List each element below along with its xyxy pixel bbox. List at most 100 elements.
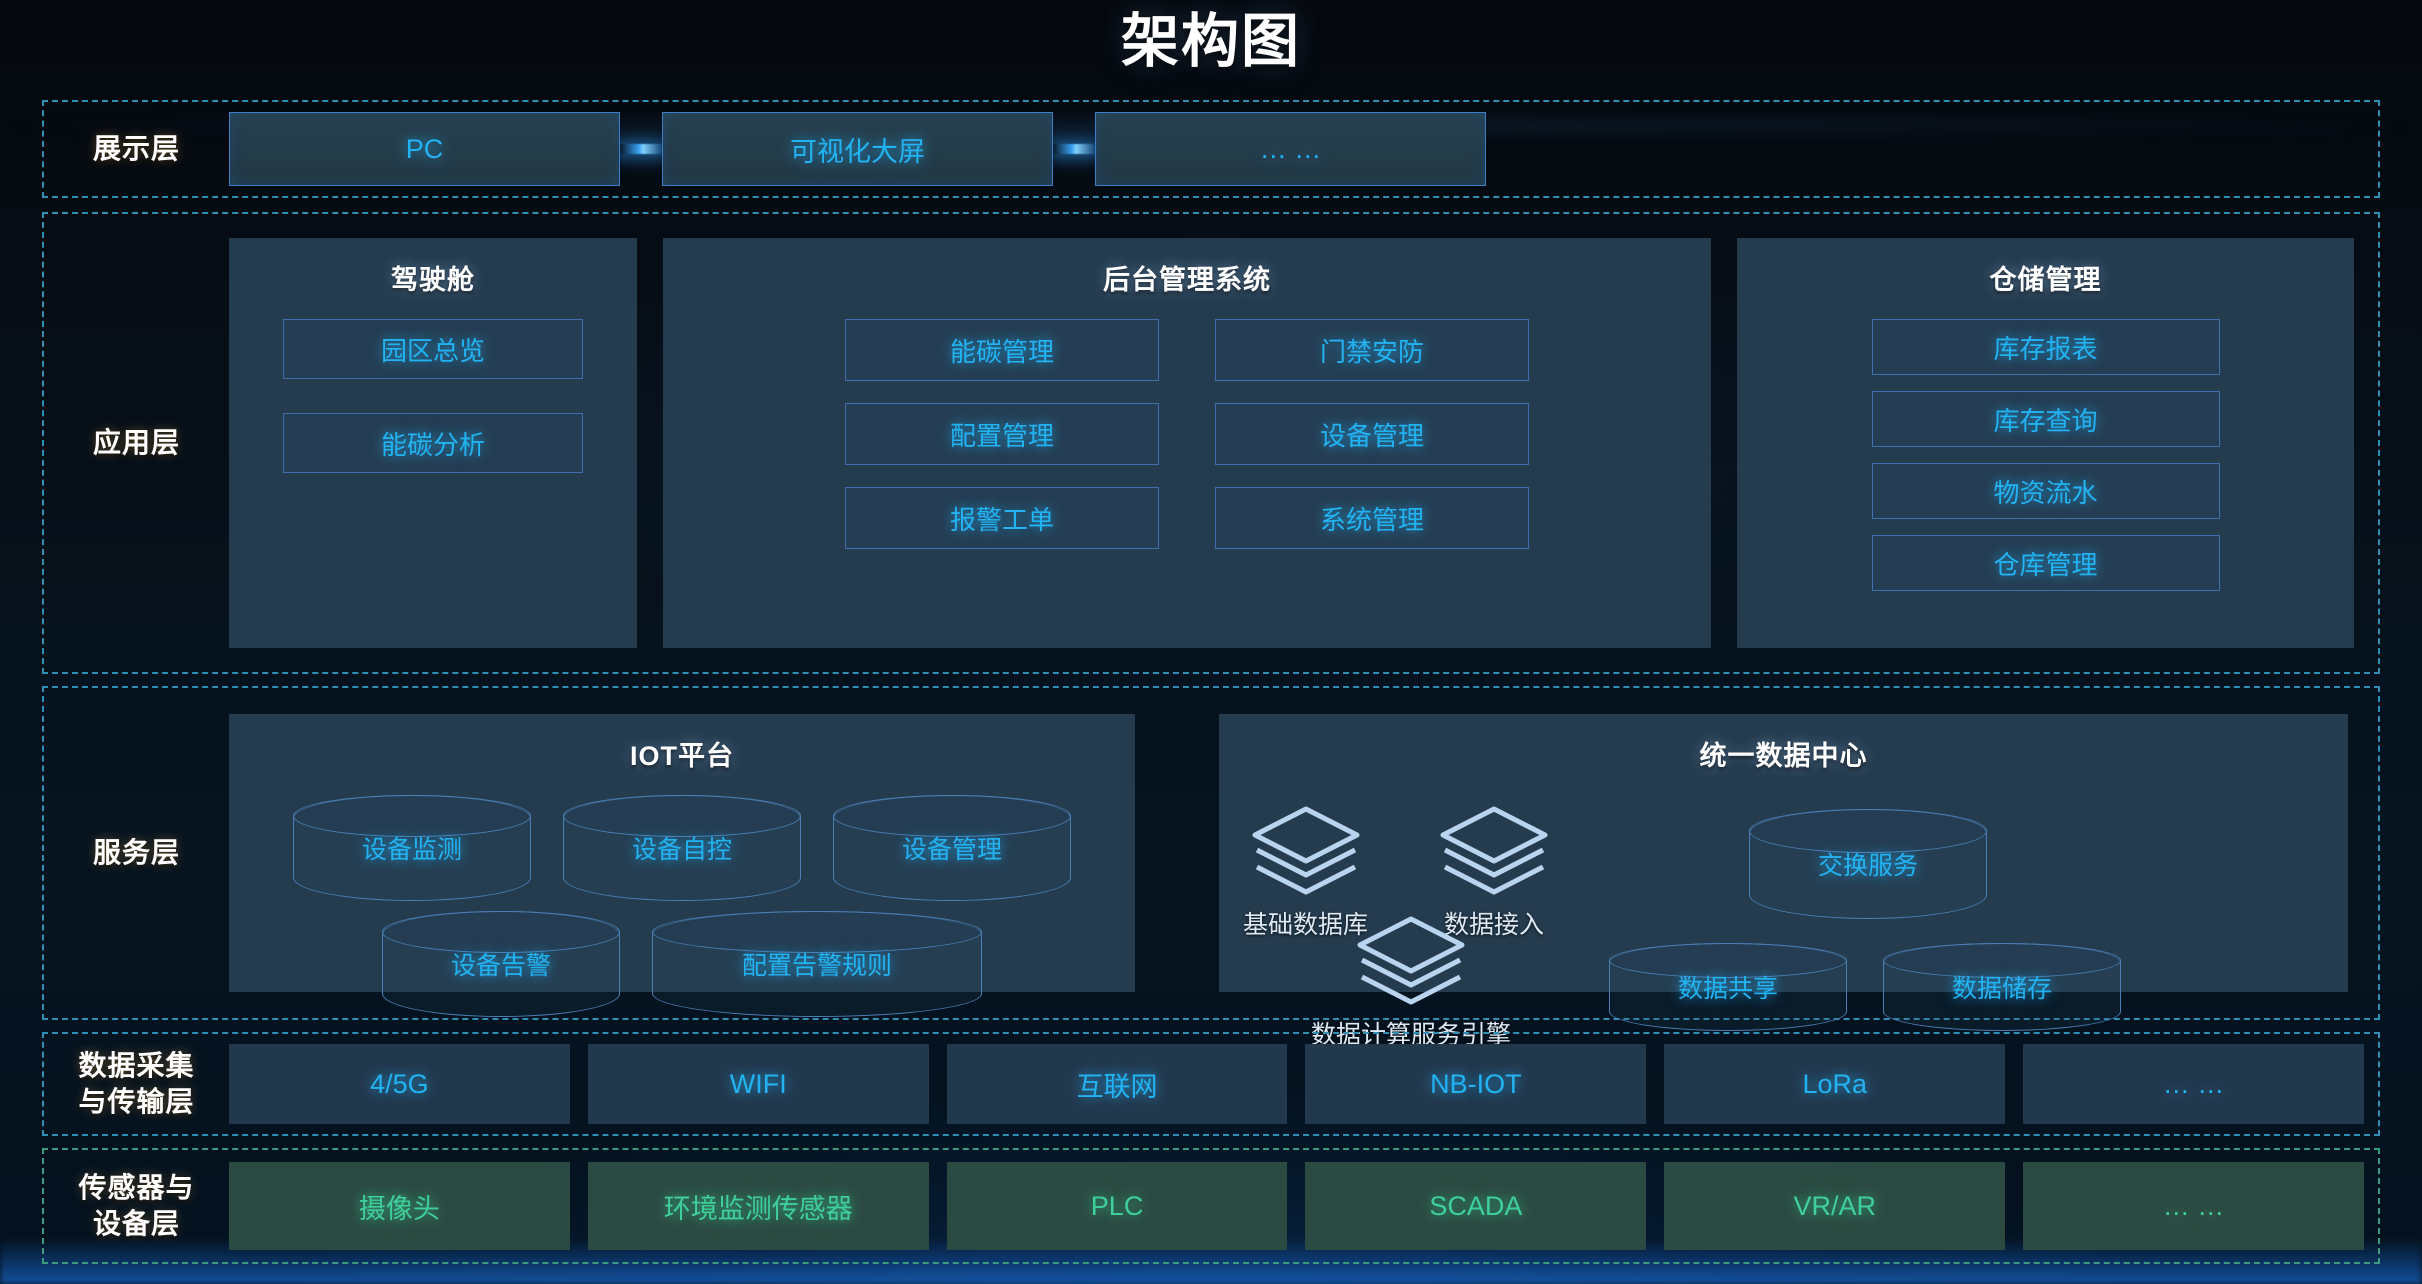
iot-cylinder-alarm-rules[interactable]: 配置告警规则 [652,911,982,1017]
sensor-tile-more-label: … … [2162,1190,2225,1221]
app-chip-alarm-workorder[interactable]: 报警工单 [845,487,1159,549]
layer-presentation-label: 展示层 [92,133,180,165]
presentation-box-pc[interactable]: PC [229,112,620,186]
panel-backoffice: 后台管理系统 能碳管理 门禁安防 配置管理 设备管理 报警工单 系统管理 [663,238,1711,648]
app-chip-device-mgmt[interactable]: 设备管理 [1215,403,1529,465]
app-chip-alarm-workorder-label: 报警工单 [949,504,1054,535]
sensor-tile-camera[interactable]: 摄像头 [229,1162,570,1250]
dc-cylinder-exchange-service-label: 交换服务 [1817,852,1918,880]
app-chip-park-overview-label: 园区总览 [380,335,485,366]
page-title: 架构图 [1120,9,1301,74]
iot-cylinder-device-mgmt[interactable]: 设备管理 [833,795,1071,901]
app-chip-material-flow-label: 物资流水 [1993,477,2098,508]
presentation-box-pc-label: PC [405,133,444,164]
layer-service-label: 服务层 [92,837,180,869]
application-panel-row: 驾驶舱 园区总览 能碳分析 后台管理系统 能碳管理 门禁安防 配置管理 设备管理… [229,226,2378,660]
iot-cylinder-device-alarm-label: 设备告警 [450,952,551,980]
panel-data-center-title: 统一数据中心 [1699,741,1868,771]
app-chip-config-mgmt-label: 配置管理 [949,420,1054,451]
sensor-tile-vr-ar[interactable]: VR/AR [1664,1162,2006,1250]
layer-application: 应用层 驾驶舱 园区总览 能碳分析 后台管理系统 能碳管理 门禁安防 配置管理 … [42,212,2380,674]
layer-data-collection: 数据采集 与传输层 4/5G WIFI 互联网 NB-IOT LoRa … … [42,1032,2380,1136]
presentation-box-more[interactable]: … … [1095,112,1486,186]
app-chip-energy-carbon-mgmt-label: 能碳管理 [949,336,1054,367]
presentation-connector-1 [620,144,662,154]
app-chip-park-overview[interactable]: 园区总览 [283,319,583,379]
layer-application-body: 驾驶舱 园区总览 能碳分析 后台管理系统 能碳管理 门禁安防 配置管理 设备管理… [229,214,2378,672]
layer-data-collection-body: 4/5G WIFI 互联网 NB-IOT LoRa … … [229,1034,2378,1134]
app-chip-inventory-query-label: 库存查询 [1993,405,2098,436]
iot-cylinder-device-mgmt-label: 设备管理 [901,836,1002,864]
sensor-tile-scada-label: SCADA [1429,1190,1523,1221]
collection-tile-lora[interactable]: LoRa [1664,1044,2006,1124]
sensor-tile-vr-ar-label: VR/AR [1793,1190,1876,1221]
iot-cylinder-device-alarm[interactable]: 设备告警 [382,911,620,1017]
collection-tile-internet[interactable]: 互联网 [946,1044,1288,1124]
layer-presentation: 展示层 PC 可视化大屏 … … [42,100,2380,198]
sensor-tile-camera-label: 摄像头 [358,1193,440,1224]
layer-presentation-body: PC 可视化大屏 … … [229,102,2422,196]
dc-cylinder-data-storage-label: 数据储存 [1951,975,2052,1003]
panel-warehouse-title: 仓储管理 [1989,265,2102,295]
iot-cylinder-row-2: 设备告警 配置告警规则 [382,911,982,1017]
layer-service: 服务层 IOT平台 设备监测 设备自控 设备管理 设备告警 配置告警规则 统一数… [42,686,2380,1049]
sensor-tile-scada[interactable]: SCADA [1305,1162,1647,1250]
sensor-tile-env-monitor[interactable]: 环境监测传感器 [587,1162,929,1250]
app-chip-inventory-report[interactable]: 库存报表 [1871,319,2220,375]
app-chip-carbon-analysis-label: 能碳分析 [380,429,485,460]
app-chip-access-security[interactable]: 门禁安防 [1215,319,1529,381]
sensor-tile-more[interactable]: … … [2023,1162,2364,1250]
dc-cylinder-data-share-label: 数据共享 [1677,975,1778,1003]
layer-sensor-device-label-line2: 设备层 [92,1208,180,1239]
collection-tile-lora-label: LoRa [1802,1068,1867,1099]
sensor-tile-plc-label: PLC [1090,1190,1144,1221]
layer-sensor-device-label-line1: 传感器与 [78,1172,195,1204]
dc-cylinder-data-share[interactable]: 数据共享 [1609,943,1847,1031]
app-chip-material-flow[interactable]: 物资流水 [1871,463,2220,519]
collection-tile-wifi[interactable]: WIFI [587,1044,929,1124]
sensor-tile-plc[interactable]: PLC [946,1162,1288,1250]
sensor-tile-row: 摄像头 环境监测传感器 PLC SCADA VR/AR … … [229,1150,2378,1262]
collection-tile-nb-iot-label: NB-IOT [1430,1068,1522,1099]
layer-data-collection-label-line2: 与传输层 [78,1086,195,1117]
layer-sensor-device-body: 摄像头 环境监测传感器 PLC SCADA VR/AR … … [229,1150,2378,1262]
app-chip-config-mgmt[interactable]: 配置管理 [845,403,1159,465]
presentation-box-more-label: … … [1259,133,1322,164]
service-panel-row: IOT平台 设备监测 设备自控 设备管理 设备告警 配置告警规则 统一数据中心 … [229,701,2378,1049]
panel-iot-title: IOT平台 [630,741,734,771]
app-chip-system-mgmt[interactable]: 系统管理 [1215,487,1529,549]
app-chip-warehouse-mgmt-label: 仓库管理 [1993,549,2098,580]
layer-sensor-device-label: 传感器与 设备层 [44,1170,229,1242]
layers-stack-icon [1357,916,1465,1005]
layer-data-collection-label-line1: 数据采集 [78,1050,195,1082]
panel-iot-platform: IOT平台 设备监测 设备自控 设备管理 设备告警 配置告警规则 [229,714,1135,1017]
dc-stack-compute-engine[interactable]: 数据计算服务引擎 [1311,913,1511,1051]
iot-cylinder-row-1: 设备监测 设备自控 设备管理 [293,795,1071,901]
app-chip-warehouse-mgmt[interactable]: 仓库管理 [1871,535,2220,591]
presentation-box-bigscreen-label: 可视化大屏 [790,136,925,167]
layers-stack-icon [1252,806,1359,895]
app-chip-device-mgmt-label: 设备管理 [1319,420,1424,451]
app-chip-energy-carbon-mgmt[interactable]: 能碳管理 [845,319,1159,381]
collection-tile-nb-iot[interactable]: NB-IOT [1305,1044,1647,1124]
panel-cockpit-title: 驾驶舱 [391,265,475,295]
dc-cylinder-exchange-service[interactable]: 交换服务 [1749,809,1987,919]
iot-cylinder-device-autocontrol[interactable]: 设备自控 [563,795,801,901]
iot-cylinder-device-autocontrol-label: 设备自控 [631,836,732,864]
collection-tile-4-5g[interactable]: 4/5G [229,1044,570,1124]
collection-tile-internet-label: 互联网 [1076,1071,1158,1102]
layer-service-body: IOT平台 设备监测 设备自控 设备管理 设备告警 配置告警规则 统一数据中心 … [229,688,2378,1049]
sensor-tile-env-monitor-label: 环境监测传感器 [663,1193,853,1224]
presentation-box-row: PC 可视化大屏 … … [229,102,2422,196]
iot-cylinder-device-monitor[interactable]: 设备监测 [293,795,531,901]
layer-sensor-device: 传感器与 设备层 摄像头 环境监测传感器 PLC SCADA VR/AR … … [42,1148,2380,1264]
collection-tile-4-5g-label: 4/5G [370,1068,429,1099]
collection-tile-more[interactable]: … … [2023,1044,2364,1124]
app-chip-inventory-query[interactable]: 库存查询 [1871,391,2220,447]
presentation-box-bigscreen[interactable]: 可视化大屏 [662,112,1053,186]
iot-cylinder-alarm-rules-label: 配置告警规则 [741,952,892,980]
collection-tile-more-label: … … [2162,1068,2225,1099]
app-chip-carbon-analysis[interactable]: 能碳分析 [283,413,583,473]
dc-cylinder-data-storage[interactable]: 数据储存 [1883,943,2121,1031]
layers-stack-icon [1440,806,1548,895]
